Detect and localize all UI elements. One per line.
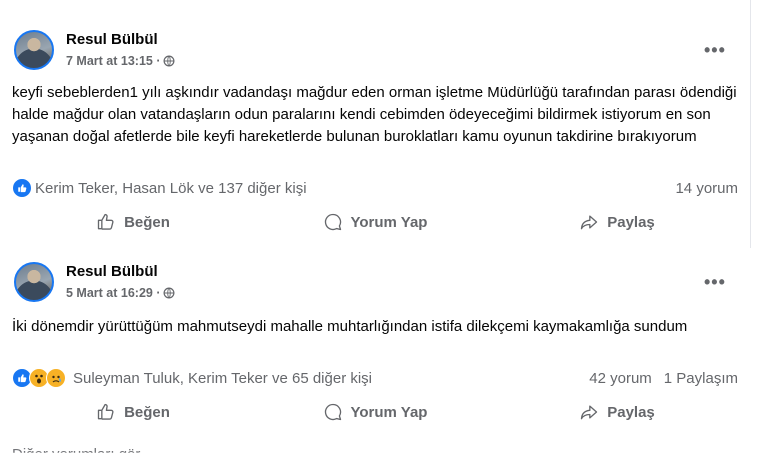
reactions-summary: Kerim Teker, Hasan Lök ve 137 diğer kişi… — [12, 177, 738, 199]
avatar[interactable] — [14, 30, 54, 70]
author-name[interactable]: Resul Bülbül — [66, 31, 158, 48]
like-button[interactable]: Beğen — [12, 205, 254, 239]
comment-label: Yorum Yap — [350, 403, 428, 421]
post-actions: Beğen Yorum Yap Paylaş — [12, 205, 738, 239]
feed-post: Resul Bülbül 7 Mart at 13:15 · ••• keyfi… — [0, 0, 750, 240]
comment-count[interactable]: 14 yorum — [675, 180, 738, 197]
reaction-names[interactable]: Kerim Teker, Hasan Lök ve 137 diğer kişi — [35, 180, 675, 197]
globe-icon — [164, 287, 175, 299]
globe-icon — [164, 55, 175, 67]
post-meta: 7 Mart at 13:15 · — [66, 54, 175, 68]
post-date[interactable]: 5 Mart at 16:29 · — [66, 286, 160, 300]
like-icon — [12, 178, 32, 198]
feed-divider — [750, 0, 751, 248]
share-label: Paylaş — [607, 403, 655, 421]
thumbs-up-icon — [97, 213, 114, 230]
view-more-comments-link[interactable]: Diğer yorumları gör — [12, 446, 140, 453]
post-date[interactable]: 7 Mart at 13:15 · — [66, 54, 160, 68]
comment-button[interactable]: Yorum Yap — [254, 395, 496, 429]
avatar[interactable] — [14, 262, 54, 302]
share-button[interactable]: Paylaş — [496, 205, 738, 239]
more-options-icon[interactable]: ••• — [704, 272, 726, 293]
post-text: İki dönemdir yürüttüğüm mahmutseydi maha… — [12, 318, 688, 335]
comment-icon — [324, 403, 341, 421]
share-icon — [581, 215, 598, 230]
reaction-names[interactable]: Suleyman Tuluk, Kerim Teker ve 65 diğer … — [73, 370, 589, 387]
post-meta: 5 Mart at 16:29 · — [66, 286, 175, 300]
comment-count[interactable]: 42 yorum — [589, 370, 652, 387]
share-count[interactable]: 1 Paylaşım — [664, 370, 738, 387]
comment-button[interactable]: Yorum Yap — [254, 205, 496, 239]
share-label: Paylaş — [607, 213, 655, 231]
share-button[interactable]: Paylaş — [496, 395, 738, 429]
author-name[interactable]: Resul Bülbül — [66, 263, 158, 280]
like-button[interactable]: Beğen — [12, 395, 254, 429]
post-text: keyfi sebeblerden1 yılı aşkındır vadanda… — [12, 84, 737, 145]
thumbs-up-icon — [97, 403, 114, 420]
sad-icon — [46, 368, 66, 388]
comment-label: Yorum Yap — [350, 213, 428, 231]
share-icon — [581, 405, 598, 420]
reactions-summary: Suleyman Tuluk, Kerim Teker ve 65 diğer … — [12, 367, 738, 389]
post-actions: Beğen Yorum Yap Paylaş — [12, 395, 738, 429]
like-label: Beğen — [124, 403, 170, 421]
feed-post: Resul Bülbül 5 Mart at 16:29 · ••• İki d… — [0, 254, 750, 434]
comment-icon — [324, 213, 341, 231]
more-options-icon[interactable]: ••• — [704, 40, 726, 61]
like-label: Beğen — [124, 213, 170, 231]
